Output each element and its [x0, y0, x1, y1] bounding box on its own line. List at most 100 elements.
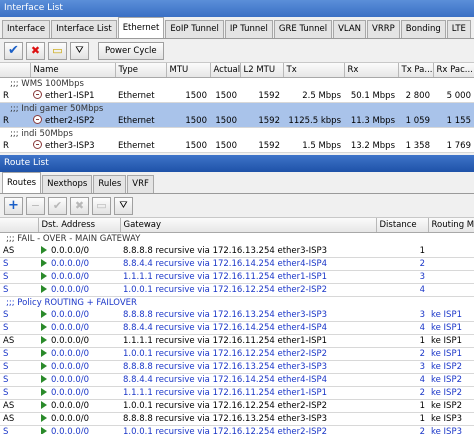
- interface-tx: 1.5 Mbps: [283, 139, 344, 153]
- route-row[interactable]: S 0.0.0.0/0 8.8.4.4 recursive via 172.16.1…: [0, 257, 474, 271]
- route-routing-mark: [428, 244, 474, 258]
- interface-rx: 11.3 Mbps: [344, 114, 398, 128]
- interface-toolbar: ✔ ✖ ▭ ⛛ Power Cycle: [0, 39, 474, 63]
- interface-tab-vlan[interactable]: VLAN: [333, 20, 367, 38]
- interface-column-header[interactable]: [0, 63, 31, 78]
- route-column-header[interactable]: [0, 218, 39, 233]
- interface-column-header[interactable]: Rx: [344, 63, 399, 78]
- interface-name: ether1-ISP1: [45, 90, 95, 101]
- route-dst-address: 0.0.0.0/0: [51, 387, 90, 398]
- route-tab-vrf[interactable]: VRF: [127, 175, 154, 193]
- route-row[interactable]: S 0.0.0.0/0 1.1.1.1 recursive via 172.16.1…: [0, 270, 474, 284]
- interface-tab-vrrp[interactable]: VRRP: [367, 20, 400, 38]
- interface-list-window: Interface List Interface Interface List Et…: [0, 0, 474, 155]
- interface-name-cell: ether2-ISP2: [30, 114, 115, 128]
- interface-column-header[interactable]: Tx Pa...: [398, 63, 434, 78]
- add-plus-icon[interactable]: +: [4, 196, 23, 215]
- interface-row[interactable]: Rether2-ISP2 Ethernet 1500 1500 1592 1125.5 k…: [0, 114, 474, 128]
- route-routing-mark: [428, 283, 474, 297]
- enable-check-icon[interactable]: ✔: [4, 41, 23, 60]
- route-row[interactable]: AS 0.0.0.0/0 8.8.8.8 recursive via 172.16.…: [0, 244, 474, 258]
- interface-column-header[interactable]: Tx: [283, 63, 345, 78]
- route-dst-address: 0.0.0.0/0: [51, 361, 90, 372]
- route-dst-address: 0.0.0.0/0: [51, 335, 90, 346]
- interface-tab-interface[interactable]: Interface: [2, 20, 51, 38]
- interface-tab-interface-list[interactable]: Interface List: [51, 20, 117, 38]
- running-flag: R: [0, 139, 30, 153]
- interface-column-header[interactable]: Actual MTU: [210, 63, 241, 78]
- interface-comment-row[interactable]: ;;; WMS 100Mbps: [0, 77, 474, 90]
- route-distance: 1: [376, 244, 428, 258]
- interface-comment-row[interactable]: ;;; Indi gamer 50Mbps: [0, 102, 474, 115]
- interface-table: NameTypeMTUActual MTUL2 MTUTxRxTx Pa...R…: [0, 63, 474, 153]
- route-routing-mark: [428, 270, 474, 284]
- interface-column-header[interactable]: Name: [30, 63, 116, 78]
- route-tab-rules[interactable]: Rules: [93, 175, 127, 193]
- route-column-header[interactable]: Distance: [376, 218, 429, 233]
- route-distance: 4: [376, 373, 428, 387]
- route-routing-mark: ke ISP1: [428, 347, 474, 361]
- interface-tab-ethernet[interactable]: Ethernet: [117, 17, 165, 38]
- interface-column-header[interactable]: MTU: [166, 63, 211, 78]
- route-row[interactable]: S 0.0.0.0/0 1.1.1.1 recursive via 172.16.1…: [0, 386, 474, 400]
- interface-tab-lte[interactable]: LTE: [446, 20, 471, 38]
- interface-tx: 1125.5 kbps: [283, 114, 344, 128]
- route-row[interactable]: AS 0.0.0.0/0 1.1.1.1 recursive via 172.16.…: [0, 334, 474, 348]
- route-dst-address: 0.0.0.0/0: [51, 348, 90, 359]
- interface-tab-eoip-tunnel[interactable]: EoIP Tunnel: [165, 20, 224, 38]
- interface-column-header[interactable]: L2 MTU: [240, 63, 284, 78]
- route-dst-address: 0.0.0.0/0: [51, 271, 90, 282]
- route-row[interactable]: S 0.0.0.0/0 8.8.8.8 recursive via 172.16.1…: [0, 360, 474, 374]
- route-row[interactable]: S 0.0.0.0/0 1.0.0.1 recursive via 172.16.1…: [0, 347, 474, 361]
- interface-tab-bonding[interactable]: Bonding: [400, 20, 446, 38]
- filter-icon[interactable]: ⛛: [70, 41, 89, 60]
- interface-comment-row[interactable]: ;;; indi 50Mbps: [0, 127, 474, 140]
- route-comment-row[interactable]: ;;; FAIL - OVER - MAIN GATEWAY: [0, 232, 474, 245]
- route-gateway: 1.0.0.1 recursive via 172.16.12.254 ethe…: [120, 425, 376, 434]
- comment-note-icon[interactable]: ▭: [92, 196, 111, 215]
- interface-row[interactable]: Rether1-ISP1 Ethernet 1500 1500 1592 2.5 Mbps…: [0, 89, 474, 103]
- route-row[interactable]: S 0.0.0.0/0 8.8.4.4 recursive via 172.16.1…: [0, 373, 474, 387]
- route-distance: 1: [376, 334, 428, 348]
- route-dst-cell: 0.0.0.0/0: [38, 308, 120, 322]
- route-row[interactable]: S 0.0.0.0/0 8.8.4.4 recursive via 172.16.1…: [0, 321, 474, 335]
- route-row[interactable]: S 0.0.0.0/0 1.0.0.1 recursive via 172.16.1…: [0, 425, 474, 434]
- ethernet-port-icon: [33, 89, 42, 99]
- remove-minus-icon[interactable]: −: [26, 196, 45, 215]
- route-dst-address: 0.0.0.0/0: [51, 284, 90, 295]
- route-comment-row[interactable]: ;;; Policy ROUTING + FAILOVER: [0, 296, 474, 309]
- route-row[interactable]: S 0.0.0.0/0 1.0.0.1 recursive via 172.16.1…: [0, 283, 474, 297]
- interface-row[interactable]: Rether3-ISP3 Ethernet 1500 1500 1592 1.5 Mbps…: [0, 139, 474, 153]
- route-column-header[interactable]: Gateway: [120, 218, 377, 233]
- route-distance: 2: [376, 386, 428, 400]
- interface-tab-gre-tunnel[interactable]: GRE Tunnel: [273, 20, 333, 38]
- enable-check-icon[interactable]: ✔: [48, 196, 67, 215]
- route-active-triangle-icon: [41, 413, 47, 422]
- route-distance: 2: [376, 347, 428, 361]
- interface-column-header[interactable]: Rx Pac...: [433, 63, 474, 78]
- route-row[interactable]: AS 0.0.0.0/0 1.0.0.1 recursive via 172.16.…: [0, 399, 474, 413]
- route-dst-cell: 0.0.0.0/0: [38, 270, 120, 284]
- route-tab-routes[interactable]: Routes: [2, 172, 42, 193]
- interface-column-header[interactable]: Type: [115, 63, 167, 78]
- route-column-header[interactable]: Dst. Address: [38, 218, 121, 233]
- power-cycle-button[interactable]: Power Cycle: [98, 41, 164, 60]
- route-active-triangle-icon: [41, 387, 47, 396]
- route-table: Dst. AddressGatewayDistanceRouting M... …: [0, 218, 474, 434]
- comment-note-icon[interactable]: ▭: [48, 41, 67, 60]
- filter-icon[interactable]: ⛛: [114, 196, 133, 215]
- ethernet-port-icon: [33, 114, 42, 124]
- route-row[interactable]: AS 0.0.0.0/0 8.8.8.8 recursive via 172.16.…: [0, 412, 474, 426]
- route-tab-nexthops[interactable]: Nexthops: [42, 175, 93, 193]
- route-row[interactable]: S 0.0.0.0/0 8.8.8.8 recursive via 172.16.1…: [0, 308, 474, 322]
- interface-l2-mtu: 1592: [240, 139, 283, 153]
- interface-actual-mtu: 1500: [210, 139, 240, 153]
- route-column-header[interactable]: Routing M...: [428, 218, 474, 233]
- route-gateway: 8.8.4.4 recursive via 172.16.14.254 ethe…: [120, 257, 376, 271]
- route-flag: AS: [0, 334, 38, 348]
- disable-x-icon[interactable]: ✖: [26, 41, 45, 60]
- interface-tab-ip-tunnel[interactable]: IP Tunnel: [224, 20, 273, 38]
- interface-comment: ;;; indi 50Mbps: [10, 128, 73, 139]
- disable-x-icon[interactable]: ✖: [70, 196, 89, 215]
- interface-tabs: Interface Interface List Ethernet EoIP Tunn…: [0, 17, 474, 39]
